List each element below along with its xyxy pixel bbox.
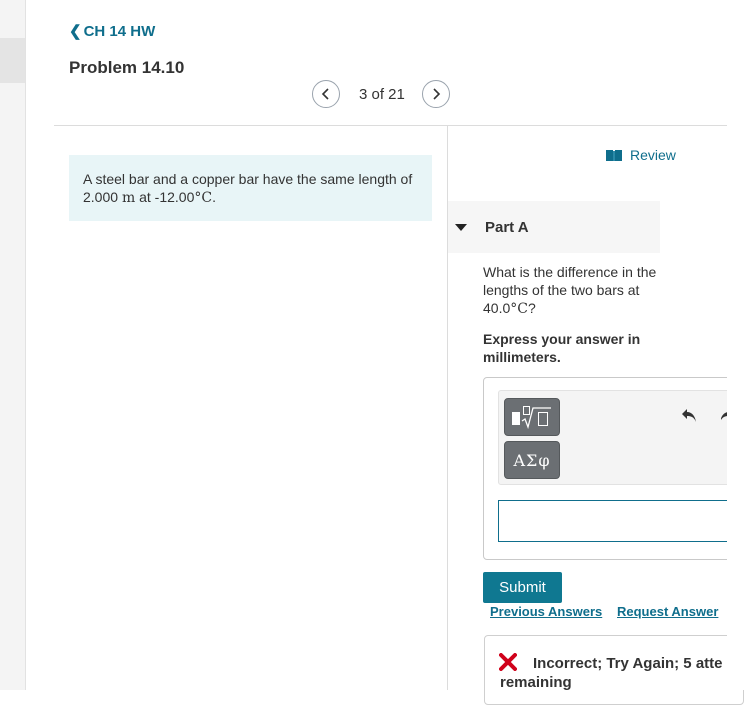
chevron-right-icon: [433, 88, 441, 100]
feedback-box: Incorrect; Try Again; 5 atte remaining: [484, 635, 744, 705]
previous-problem-button[interactable]: [312, 80, 340, 108]
problem-pager: 3 of 21: [312, 80, 450, 108]
templates-button[interactable]: [504, 398, 560, 436]
intro-text-end: .: [212, 189, 216, 205]
chevron-left-icon: [321, 88, 329, 100]
back-to-assignment-link[interactable]: ❮ CH 14 HW: [69, 22, 156, 41]
left-rail: [0, 0, 26, 690]
problem-title: Problem 14.10: [69, 58, 185, 77]
left-rail-item[interactable]: [0, 38, 25, 83]
answer-input[interactable]: [498, 500, 744, 542]
intro-unit-c: °C: [194, 190, 213, 206]
previous-answers-link[interactable]: Previous Answers: [490, 604, 602, 619]
intro-unit-m: m: [121, 190, 136, 206]
answer-panel: ΑΣφ: [483, 377, 744, 560]
question-end: ?: [527, 300, 536, 316]
greek-symbols-button[interactable]: ΑΣφ: [504, 441, 560, 479]
question-unit: °C: [510, 301, 528, 317]
pager-count: 3 of 21: [359, 85, 405, 103]
math-toolbar: ΑΣφ: [498, 390, 738, 485]
collapse-caret-icon: [455, 223, 467, 231]
chevron-left-icon: ❮: [69, 23, 82, 40]
question-text: What is the difference in the lengths of…: [483, 263, 661, 318]
feedback-message: Incorrect; Try Again; 5 atte remaining: [500, 655, 723, 691]
back-link-label: CH 14 HW: [83, 22, 156, 40]
review-link[interactable]: Review: [606, 147, 676, 163]
book-icon: [606, 149, 622, 161]
review-label: Review: [630, 147, 676, 163]
problem-intro: A steel bar and a copper bar have the sa…: [69, 155, 432, 221]
right-edge: [727, 0, 754, 690]
intro-text-mid: at -12.00: [135, 189, 195, 205]
part-a-header[interactable]: Part A: [448, 201, 660, 253]
undo-icon[interactable]: [681, 406, 699, 424]
answer-instruction: Express your answer in millimeters.: [483, 331, 641, 365]
square-root-template-icon: [512, 406, 551, 430]
question-body: What is the difference in the lengths of…: [483, 264, 657, 316]
request-answer-link[interactable]: Request Answer: [617, 604, 718, 619]
part-label: Part A: [485, 218, 529, 236]
submit-button[interactable]: Submit: [483, 572, 562, 603]
next-problem-button[interactable]: [421, 80, 450, 108]
header-divider: [54, 125, 727, 126]
